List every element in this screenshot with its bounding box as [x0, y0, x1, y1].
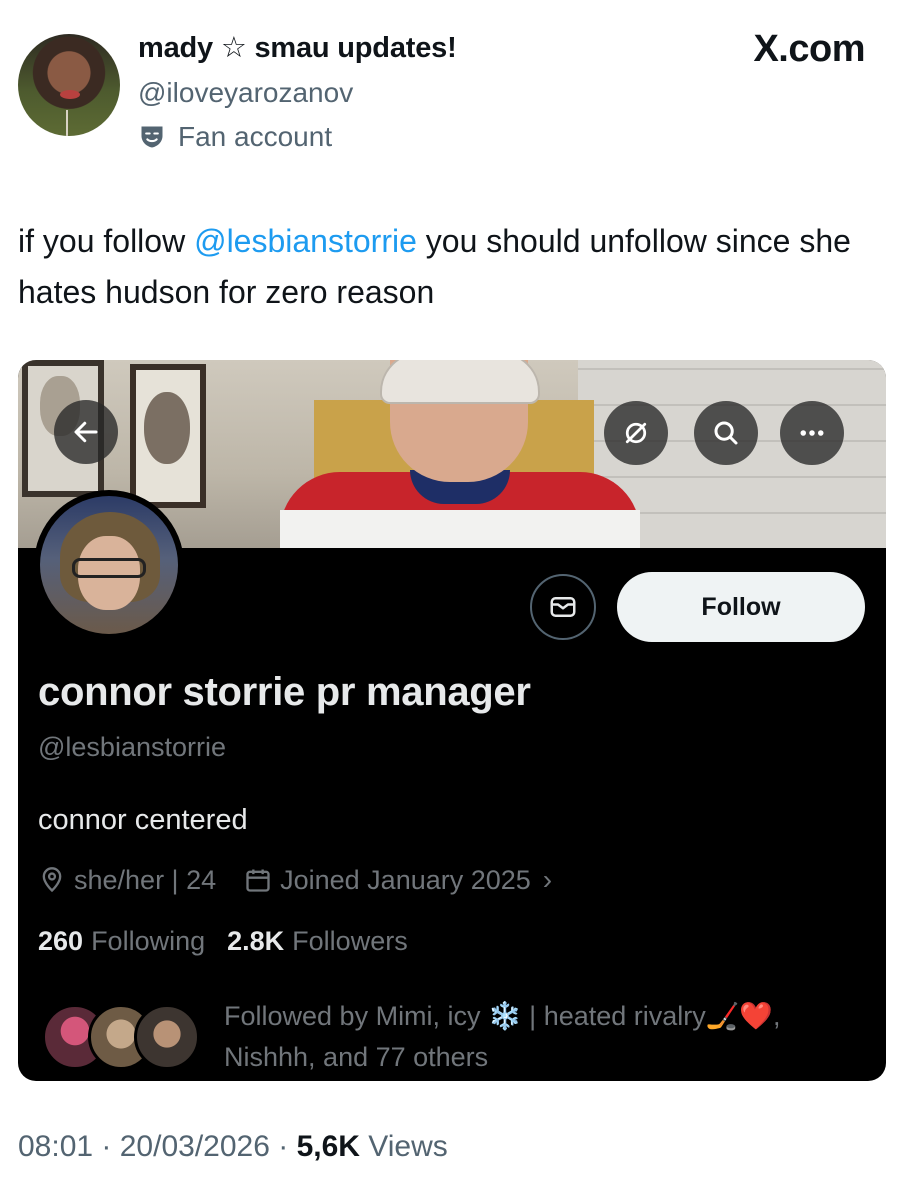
tweet-text: if you follow @lesbianstorrie you should… — [18, 216, 878, 318]
back-arrow-icon — [74, 421, 98, 443]
account-label-text: Fan account — [178, 121, 333, 152]
followers-link[interactable]: 2.8K Followers — [227, 926, 408, 957]
profile-handle: @lesbianstorrie — [38, 732, 226, 762]
following-label: Following — [91, 926, 206, 956]
followed-by-text[interactable]: Followed by Mimi, icy ❄️ | heated rivalr… — [224, 996, 874, 1078]
profile-stats: 260 Following 2.8K Followers — [38, 926, 430, 957]
embedded-profile-screenshot[interactable]: Follow connor storrie pr manager @lesbia… — [18, 360, 886, 1081]
followed-by-line: Nishhh, and 77 others — [224, 1042, 489, 1072]
calendar-icon — [246, 869, 270, 892]
back-button[interactable] — [54, 400, 118, 464]
profile-location: she/her | 24 — [74, 864, 217, 895]
profile-avatar[interactable] — [34, 490, 184, 640]
author-name[interactable]: mady ☆ smau updates! — [138, 30, 457, 65]
more-icon — [800, 430, 824, 436]
location-icon — [42, 867, 62, 893]
author-avatar[interactable] — [18, 34, 120, 136]
followed-by-line: Followed by Mimi, icy ❄️ | heated rivalr… — [224, 1001, 781, 1031]
followers-count: 2.8K — [227, 926, 285, 956]
banner-portrait — [130, 364, 206, 508]
profile-name: connor storrie pr manager — [38, 670, 531, 714]
following-link[interactable]: 260 Following — [38, 926, 205, 957]
message-button[interactable] — [530, 574, 596, 640]
tweet-footer: 08:01 · 20/03/2026 · 5,6K Views — [18, 1130, 448, 1163]
avatar-detail-chain — [66, 110, 74, 136]
theater-mask-icon — [141, 126, 163, 148]
views-count: 5,6K — [296, 1130, 360, 1163]
account-label: Fan account — [138, 121, 332, 153]
followed-by-avatars[interactable] — [42, 1004, 202, 1074]
avatar-detail — [60, 90, 80, 99]
tweet-time[interactable]: 08:01 — [18, 1130, 93, 1163]
views-label: Views — [368, 1130, 448, 1163]
banner-helmet — [380, 360, 540, 404]
message-icon — [550, 597, 576, 617]
profile-meta: she/her | 24 Joined January 2025 › — [38, 864, 552, 896]
chevron-right-icon[interactable]: › — [543, 864, 552, 896]
translate-button[interactable] — [604, 401, 668, 465]
followers-label: Followers — [292, 926, 408, 956]
profile-joined: Joined January 2025 — [280, 864, 531, 895]
search-icon — [714, 421, 738, 445]
search-button[interactable] — [694, 401, 758, 465]
x-logo: X.com — [753, 28, 865, 70]
profile-bio: connor centered — [38, 804, 248, 836]
banner-jersey — [280, 470, 640, 548]
mention-link[interactable]: @lesbianstorrie — [194, 223, 417, 259]
translate-icon — [625, 422, 647, 444]
avatar — [134, 1004, 200, 1070]
tweet-text-before: if you follow — [18, 223, 195, 259]
follow-button[interactable]: Follow — [617, 572, 865, 642]
author-handle[interactable]: @iloveyarozanov — [138, 77, 353, 109]
more-button[interactable] — [780, 401, 844, 465]
following-count: 260 — [38, 926, 84, 956]
tweet-date[interactable]: 20/03/2026 — [120, 1130, 270, 1163]
